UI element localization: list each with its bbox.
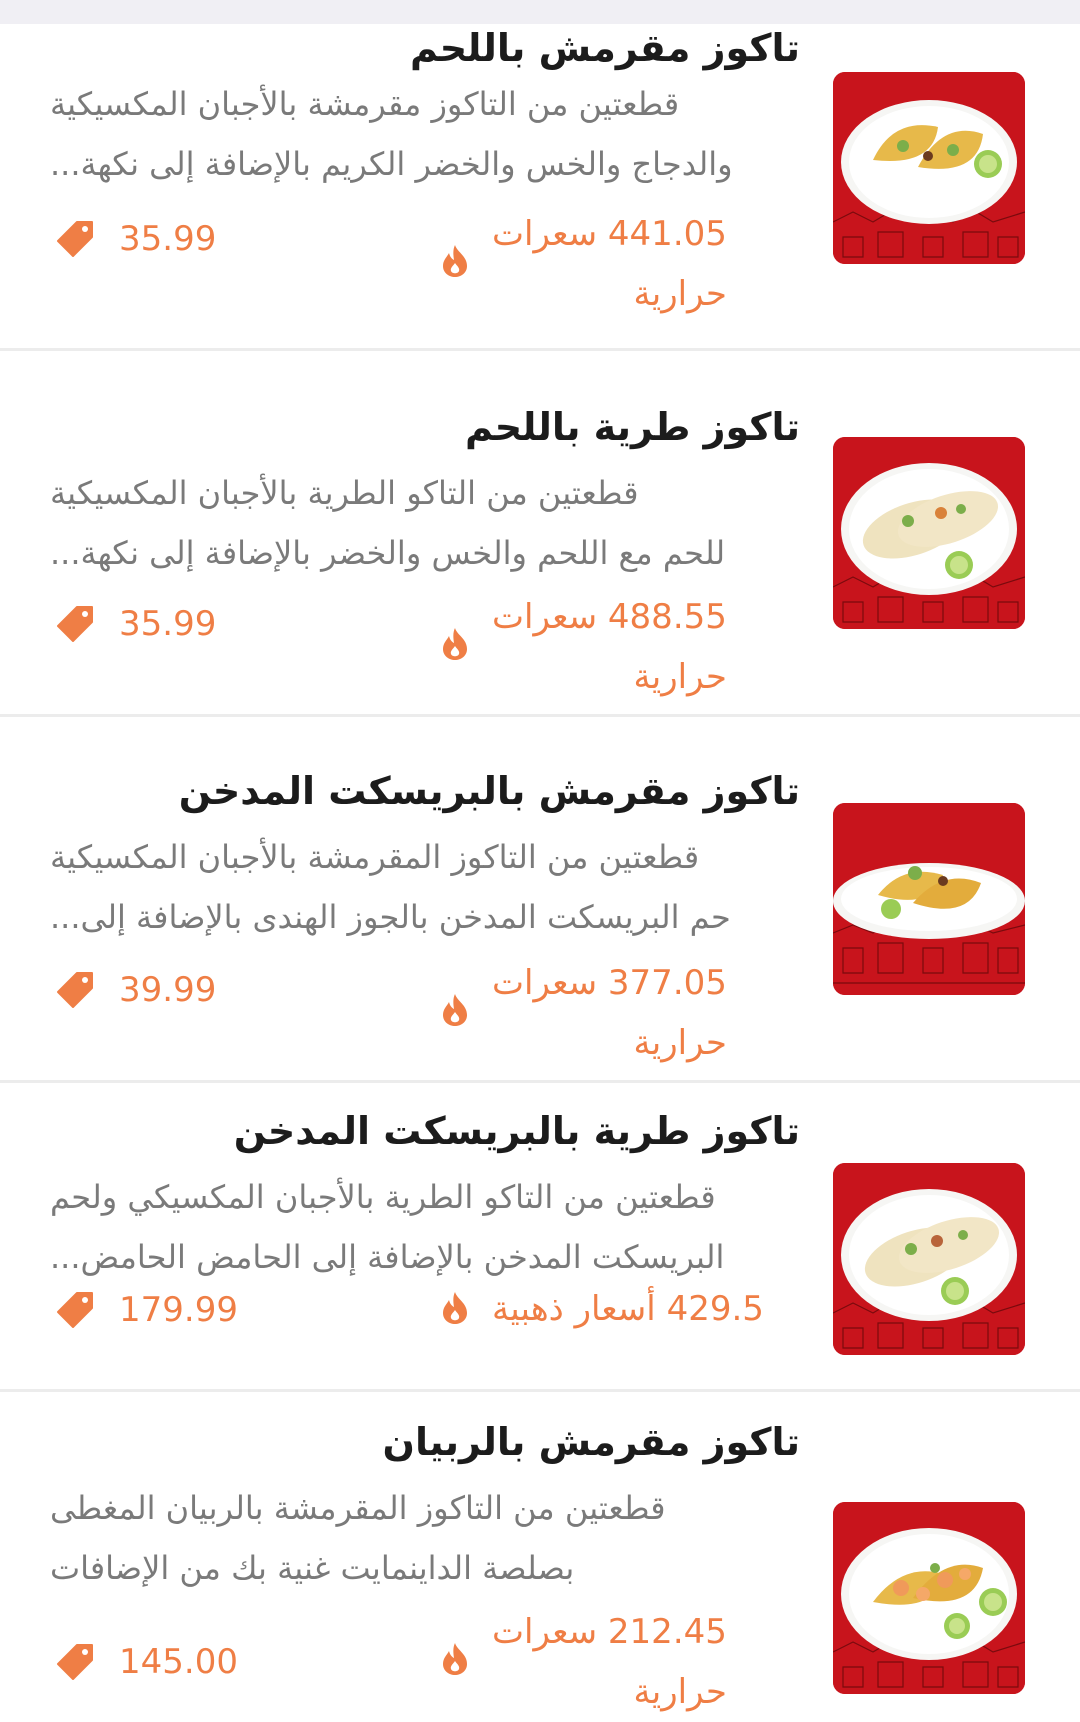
calories-unit: حرارية xyxy=(633,1023,727,1063)
price-value: 145.00 xyxy=(119,1642,238,1682)
price: 35.99 xyxy=(55,599,216,649)
menu-item[interactable]: تاكوز مقرمش بالربيان قطعتين من التاكوز ا… xyxy=(0,1392,1080,1712)
price: 179.99 xyxy=(55,1285,238,1335)
flame-icon xyxy=(443,628,467,660)
calories-value: 488.55 سعرات xyxy=(492,597,727,637)
item-title: تاكوز طرية باللحم xyxy=(464,405,800,449)
price-value: 35.99 xyxy=(119,604,217,644)
price-tag-icon xyxy=(57,221,93,257)
calories: 429.5 أسعار ذهبية xyxy=(440,1279,764,1339)
price-value: 179.99 xyxy=(119,1290,238,1330)
item-description: قطعتين من التاكو الطرية بالأجبان المكسيك… xyxy=(50,474,726,572)
price-tag-icon xyxy=(57,1292,93,1328)
item-description: قطعتين من التاكو الطرية بالأجبان المكسيك… xyxy=(50,1178,725,1276)
flame-icon xyxy=(443,245,467,277)
item-title: تاكوز مقرمش باللحم xyxy=(409,26,800,70)
calories-value: 377.05 سعرات xyxy=(492,963,727,1003)
item-image[interactable] xyxy=(833,1163,1025,1355)
calories-value: 212.45 سعرات xyxy=(492,1612,727,1652)
calories-unit: حرارية xyxy=(633,1672,727,1712)
flame-icon xyxy=(443,994,467,1026)
calories: 377.05 سعرات حرارية xyxy=(440,953,727,1073)
item-description: قطعتين من التاكوز المقرمشة بالربيان المغ… xyxy=(50,1489,666,1587)
price-value: 39.99 xyxy=(119,970,217,1010)
price: 145.00 xyxy=(55,1637,238,1687)
flame-icon xyxy=(443,1292,467,1324)
item-image[interactable] xyxy=(833,803,1025,995)
flame-icon xyxy=(443,1643,467,1675)
menu-item[interactable]: تاكوز مقرمش باللحم قطعتين من التاكوز مقر… xyxy=(0,24,1080,351)
price-tag-icon xyxy=(57,1644,93,1680)
price-tag-icon xyxy=(57,972,93,1008)
calories-value: 441.05 سعرات xyxy=(492,214,727,254)
item-image[interactable] xyxy=(833,72,1025,264)
item-title: تاكوز مقرمش بالربيان xyxy=(382,1420,800,1464)
item-title: تاكوز طرية بالبريسكت المدخن xyxy=(233,1109,800,1153)
price-value: 35.99 xyxy=(119,219,217,259)
status-strip xyxy=(0,0,1080,24)
item-description: قطعتين من التاكوز المقرمشة بالأجبان المك… xyxy=(50,838,731,936)
calories: 441.05 سعرات حرارية xyxy=(440,204,727,324)
calories-value: 429.5 أسعار ذهبية xyxy=(492,1289,764,1329)
item-image[interactable] xyxy=(833,437,1025,629)
calories-unit: حرارية xyxy=(633,274,727,314)
price-tag-icon xyxy=(57,606,93,642)
menu-item[interactable]: تاكوز طرية باللحم قطعتين من التاكو الطري… xyxy=(0,351,1080,717)
calories: 212.45 سعرات حرارية xyxy=(440,1602,727,1722)
item-description: قطعتين من التاكوز مقرمشة بالأجبان المكسي… xyxy=(50,85,733,183)
item-image[interactable] xyxy=(833,1502,1025,1694)
item-title: تاكوز مقرمش بالبريسكت المدخن xyxy=(178,769,800,813)
calories: 488.55 سعرات حرارية xyxy=(440,587,727,707)
price: 35.99 xyxy=(55,214,216,264)
menu-item[interactable]: تاكوز طرية بالبريسكت المدخن قطعتين من ال… xyxy=(0,1083,1080,1392)
price: 39.99 xyxy=(55,965,216,1015)
calories-unit: حرارية xyxy=(633,657,727,697)
menu-item[interactable]: تاكوز مقرمش بالبريسكت المدخن قطعتين من ا… xyxy=(0,717,1080,1083)
